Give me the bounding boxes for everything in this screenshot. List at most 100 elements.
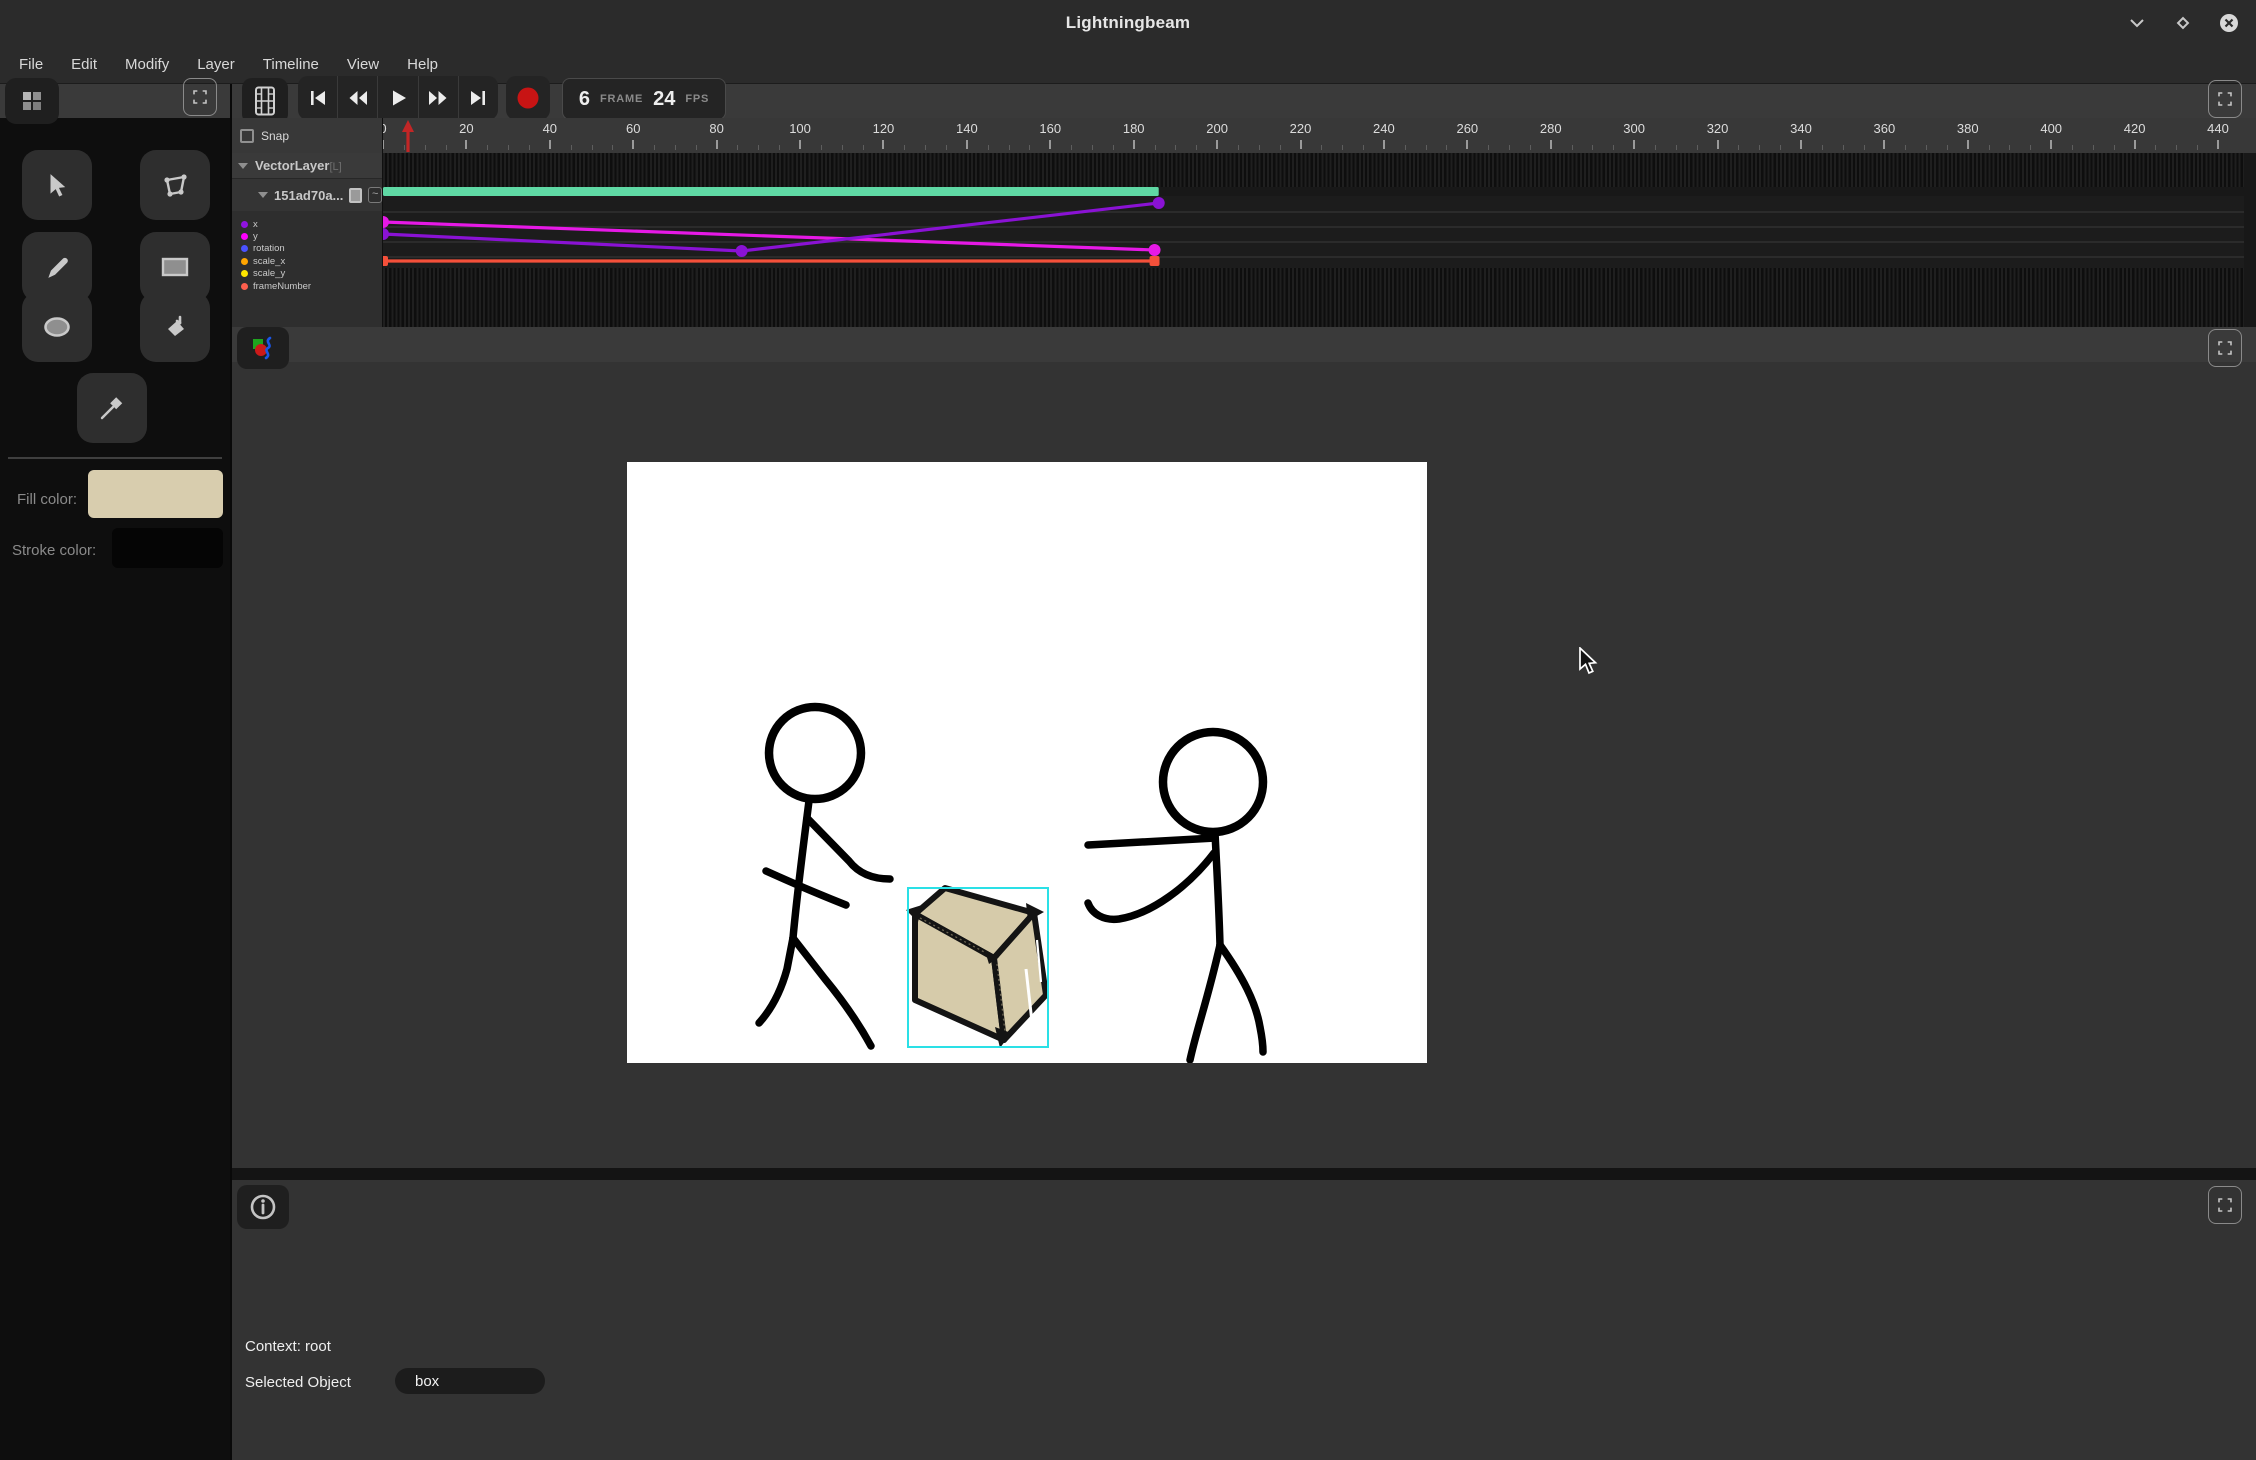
ruler-tick-minor <box>2176 145 2177 150</box>
property-row-x[interactable]: x <box>241 218 382 230</box>
ruler-tick-major <box>1633 140 1635 149</box>
ruler-tick-minor <box>1822 145 1823 150</box>
ruler-tick-major <box>1800 140 1802 149</box>
fast-forward-button[interactable] <box>419 76 459 120</box>
property-row-scale_y[interactable]: scale_y <box>241 268 382 280</box>
ruler-tick-minor <box>1175 145 1176 150</box>
snap-label: Snap <box>261 129 289 143</box>
property-row-rotation[interactable]: rotation <box>241 243 382 255</box>
ellipse-tool-button[interactable] <box>22 292 92 362</box>
layer-suffix: [L] <box>329 161 341 173</box>
timeline-tracks[interactable] <box>232 153 2256 327</box>
ruler-tick-minor <box>2155 145 2156 150</box>
record-button[interactable] <box>506 76 550 120</box>
keyframe-x[interactable] <box>1153 197 1165 209</box>
frame-label: FRAME <box>600 93 643 105</box>
layer-visibility-toggle[interactable] <box>349 188 362 203</box>
stroke-color-swatch[interactable] <box>112 528 223 568</box>
timeline-ruler[interactable]: 0204060801001201401601802002202402602803… <box>232 118 2256 153</box>
keyframe-x[interactable] <box>736 245 748 257</box>
transform-tool-button[interactable] <box>140 150 210 220</box>
playhead[interactable] <box>401 119 415 157</box>
close-icon[interactable] <box>2218 12 2240 34</box>
ruler-tick-minor <box>821 145 822 150</box>
sublayer-row[interactable]: 151ad70a... ~ <box>232 179 382 211</box>
ruler-tick-minor <box>1196 145 1197 150</box>
ruler-tick-major <box>2134 140 2136 149</box>
property-color-dot <box>241 245 248 252</box>
timeline-expand-icon[interactable] <box>2208 80 2242 118</box>
ruler-tick-minor <box>571 145 572 150</box>
ruler-tick-minor <box>779 145 780 150</box>
frame-fps-display[interactable]: 6 FRAME 24 FPS <box>562 78 726 120</box>
selected-object-input[interactable] <box>395 1368 545 1394</box>
ruler-tick-minor <box>696 145 697 150</box>
layer-frame-span[interactable] <box>383 187 1159 196</box>
fps-label: FPS <box>685 93 709 105</box>
film-strip-icon <box>254 86 276 116</box>
menu-item-modify[interactable]: Modify <box>111 46 183 83</box>
stick-figure-left[interactable] <box>759 707 890 1046</box>
stick-figure-right[interactable] <box>1088 732 1263 1060</box>
ruler-tick-minor <box>1009 145 1010 150</box>
stage-artwork <box>627 462 1427 1063</box>
ruler-tick-minor <box>425 145 426 150</box>
panel-grid-icon[interactable] <box>5 78 59 124</box>
tools-panel-header <box>0 84 230 118</box>
info-tab-button[interactable] <box>237 1185 289 1229</box>
menu-item-edit[interactable]: Edit <box>57 46 111 83</box>
play-button[interactable] <box>378 76 418 120</box>
ruler-label: 240 <box>1373 121 1395 136</box>
ruler-tick-minor <box>1446 145 1447 150</box>
layer-ease-toggle[interactable]: ~ <box>368 187 382 203</box>
ruler-tick-minor <box>2009 145 2010 150</box>
window-controls <box>2126 0 2240 46</box>
keyframe-frameNumber[interactable] <box>1150 256 1160 266</box>
curve-y[interactable] <box>383 222 1155 250</box>
rewind-icon <box>347 87 369 109</box>
ruler-label: 360 <box>1874 121 1896 136</box>
maximize-icon[interactable] <box>2172 12 2194 34</box>
tools-expand-icon[interactable] <box>183 78 217 116</box>
ruler-tick-minor <box>2114 145 2115 150</box>
canvas-workspace[interactable] <box>232 362 2256 1168</box>
ruler-tick-minor <box>1572 145 1573 150</box>
ruler-label: 420 <box>2124 121 2146 136</box>
ruler-tick-minor <box>1238 145 1239 150</box>
ruler-tick-minor <box>1530 145 1531 150</box>
layer-panel: Snap VectorLayer[L] 151ad70a... ~ xyrota… <box>232 118 383 327</box>
property-row-frameNumber[interactable]: frameNumber <box>241 280 382 292</box>
stage-canvas[interactable] <box>627 462 1427 1063</box>
rewind-button[interactable] <box>338 76 378 120</box>
collapse-triangle-icon[interactable] <box>258 192 268 198</box>
ruler-tick-minor <box>612 145 613 150</box>
ruler-tick-minor <box>1280 145 1281 150</box>
keyframe-y[interactable] <box>1149 244 1161 256</box>
selected-box-object[interactable] <box>906 888 1048 1048</box>
window-title: Lightningbeam <box>1066 13 1190 33</box>
skip-to-start-button[interactable] <box>298 76 338 120</box>
eyedropper-tool-button[interactable] <box>77 373 147 443</box>
ruler-tick-minor <box>737 145 738 150</box>
ruler-label: 340 <box>1790 121 1812 136</box>
tools-sidebar: Fill color: Stroke color: <box>0 84 232 1460</box>
keyframe-curves[interactable] <box>232 153 2256 327</box>
select-tool-button[interactable] <box>22 150 92 220</box>
property-label: y <box>253 231 258 242</box>
ruler-tick-minor <box>1655 145 1656 150</box>
collapse-triangle-icon[interactable] <box>238 163 248 169</box>
ruler-tick-minor <box>1738 145 1739 150</box>
ruler-tick-minor <box>1029 145 1030 150</box>
record-icon <box>516 86 540 110</box>
skip-to-end-button[interactable] <box>459 76 498 120</box>
fill-color-swatch[interactable] <box>88 470 223 518</box>
layer-row-vectorlayer[interactable]: VectorLayer[L] <box>232 153 382 179</box>
inspector-expand-icon[interactable] <box>2208 1186 2242 1224</box>
eyedropper-icon <box>98 394 126 422</box>
paint-bucket-tool-button[interactable] <box>140 292 210 362</box>
property-row-y[interactable]: y <box>241 230 382 242</box>
play-icon <box>387 87 409 109</box>
minimize-icon[interactable] <box>2126 12 2148 34</box>
property-row-scale_x[interactable]: scale_x <box>241 255 382 267</box>
snap-checkbox[interactable] <box>240 129 254 143</box>
